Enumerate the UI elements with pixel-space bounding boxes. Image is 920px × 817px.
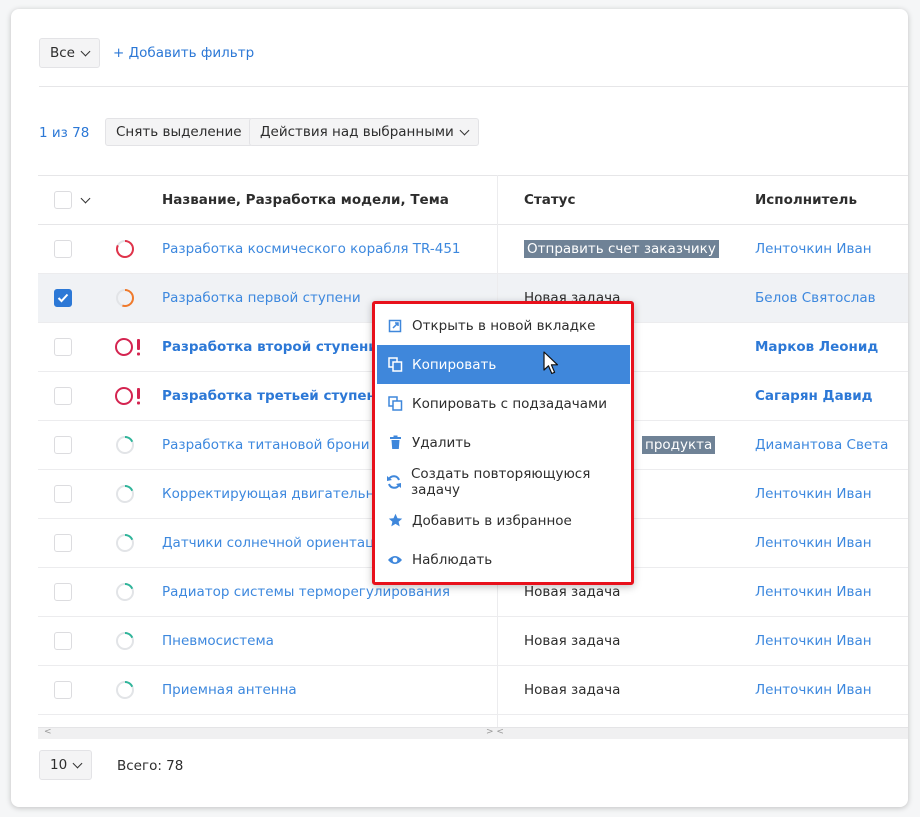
progress-red-ring-icon bbox=[114, 225, 136, 273]
filter-select[interactable]: Все bbox=[39, 38, 100, 68]
assignee-link[interactable]: Ленточкин Иван bbox=[755, 568, 872, 616]
task-name-link[interactable]: Разработка второй ступени bbox=[162, 323, 378, 371]
status-label: Новая задача bbox=[524, 584, 621, 600]
menu-item-label: Копировать bbox=[412, 356, 497, 373]
overdue-ring-icon bbox=[114, 372, 144, 420]
toolbar-divider bbox=[39, 86, 908, 87]
row-checkbox[interactable] bbox=[54, 372, 72, 420]
row-checkbox[interactable] bbox=[54, 274, 72, 322]
assignee-link[interactable]: Ленточкин Иван bbox=[755, 666, 872, 714]
status-label: Новая задача bbox=[524, 682, 621, 698]
mouse-cursor-icon bbox=[543, 351, 559, 375]
progress-green-ring-icon bbox=[114, 470, 136, 518]
task-status: Отправить счет заказчику bbox=[524, 225, 719, 273]
menu-item-star[interactable]: Добавить в избранное bbox=[377, 501, 630, 540]
menu-item-label: Наблюдать bbox=[412, 551, 493, 568]
row-checkbox[interactable] bbox=[54, 568, 72, 616]
assignee-link[interactable]: Белов Святослав bbox=[755, 274, 876, 322]
task-name-link[interactable]: Датчики солнечной ориентации bbox=[162, 519, 392, 567]
progress-green-ring-icon bbox=[114, 568, 136, 616]
row-checkbox[interactable] bbox=[54, 421, 72, 469]
menu-item-copy-with-subtasks[interactable]: Копировать с подзадачами bbox=[377, 384, 630, 423]
table-header: Название, Разработка модели, Тема Статус… bbox=[38, 175, 908, 225]
table-row[interactable]: Приемная антенна Новая задача Ленточкин Ив… bbox=[38, 666, 908, 715]
row-checkbox[interactable] bbox=[54, 225, 72, 273]
chevron-down-icon bbox=[459, 125, 470, 135]
row-checkbox[interactable] bbox=[54, 519, 72, 567]
add-filter-link[interactable]: + Добавить фильтр bbox=[113, 45, 254, 61]
task-name-link[interactable]: Разработка первой ступени bbox=[162, 274, 361, 322]
selection-count: 1 из 78 bbox=[39, 125, 90, 141]
bulk-actions-button[interactable]: Действия над выбранными bbox=[249, 118, 479, 146]
task-status: продукта bbox=[642, 421, 716, 469]
task-name-link[interactable]: Корректирующая двигательная у bbox=[162, 470, 403, 518]
bulk-actions-label: Действия над выбранными bbox=[260, 124, 454, 140]
assignee-link[interactable]: Ленточкин Иван bbox=[755, 470, 872, 518]
copy-with-subtasks-icon bbox=[386, 396, 404, 411]
row-checkbox[interactable] bbox=[54, 323, 72, 371]
external-link-icon bbox=[386, 319, 404, 333]
copy-icon bbox=[386, 357, 404, 372]
menu-item-repeat[interactable]: Создать повторяющуюся задачу bbox=[377, 462, 630, 501]
assignee-link[interactable]: Диамантова Света bbox=[755, 421, 888, 469]
task-status: Новая задача bbox=[524, 617, 620, 665]
status-label: Отправить счет заказчику bbox=[524, 240, 719, 258]
overdue-ring-icon bbox=[114, 323, 144, 371]
scroll-left-arrow[interactable]: < bbox=[44, 727, 52, 737]
menu-item-label: Копировать с подзадачами bbox=[412, 395, 608, 412]
assignee-link[interactable]: Ленточкин Иван bbox=[755, 519, 872, 567]
assignee-link[interactable]: Марков Леонид bbox=[755, 323, 878, 371]
select-options-chevron-icon[interactable] bbox=[80, 176, 91, 224]
task-name-link[interactable]: Разработка титановой брони РО bbox=[162, 421, 393, 469]
column-header-assignee[interactable]: Исполнитель bbox=[755, 176, 857, 224]
repeat-icon bbox=[386, 474, 403, 490]
chevron-down-icon bbox=[72, 758, 83, 768]
star-icon bbox=[386, 513, 404, 528]
page-size-select[interactable]: 10 bbox=[39, 750, 93, 780]
status-label: продукта bbox=[642, 436, 716, 454]
context-menu: Открыть в новой вкладке Копировать Копиров… bbox=[372, 301, 634, 585]
scroll-middle-arrows[interactable]: > < bbox=[486, 727, 504, 737]
status-label: Новая задача bbox=[524, 633, 621, 649]
menu-item-copy[interactable]: Копировать bbox=[377, 345, 630, 384]
total-count: Всего: 78 bbox=[117, 758, 184, 774]
trash-icon bbox=[386, 435, 404, 450]
eye-icon bbox=[386, 554, 404, 566]
menu-item-trash[interactable]: Удалить bbox=[377, 423, 630, 462]
task-name-link[interactable]: Пневмосистема bbox=[162, 617, 274, 665]
row-checkbox[interactable] bbox=[54, 666, 72, 714]
table-row[interactable]: Разработка космического корабля TR-451 От… bbox=[38, 225, 908, 274]
column-header-name[interactable]: Название, Разработка модели, Тема bbox=[162, 176, 449, 224]
deselect-button[interactable]: Снять выделение bbox=[105, 118, 253, 146]
filter-select-label: Все bbox=[50, 45, 75, 61]
progress-green-ring-icon bbox=[114, 519, 136, 567]
row-checkbox[interactable] bbox=[54, 617, 72, 665]
horizontal-scrollbar[interactable]: < > < bbox=[38, 727, 908, 739]
task-name-link[interactable]: Разработка третьей ступени bbox=[162, 372, 385, 420]
table-row[interactable]: Пневмосистема Новая задача Ленточкин Иван bbox=[38, 617, 908, 666]
menu-item-external-link[interactable]: Открыть в новой вкладке bbox=[377, 306, 630, 345]
progress-orange-ring-icon bbox=[114, 274, 136, 322]
select-all-checkbox[interactable] bbox=[54, 176, 72, 224]
task-name-link[interactable]: Разработка космического корабля TR-451 bbox=[162, 225, 461, 273]
chevron-down-icon bbox=[80, 46, 91, 56]
progress-green-ring-icon bbox=[114, 666, 136, 714]
progress-green-ring-icon bbox=[114, 421, 136, 469]
column-header-status[interactable]: Статус bbox=[524, 176, 575, 224]
menu-item-label: Создать повторяющуюся задачу bbox=[410, 465, 591, 498]
menu-item-eye[interactable]: Наблюдать bbox=[377, 540, 630, 579]
task-name-link[interactable]: Приемная антенна bbox=[162, 666, 297, 714]
menu-item-label: Добавить в избранное bbox=[412, 512, 572, 529]
assignee-link[interactable]: Ленточкин Иван bbox=[755, 225, 872, 273]
assignee-link[interactable]: Сагарян Давид bbox=[755, 372, 873, 420]
task-status: Новая задача bbox=[524, 666, 620, 714]
checkmark-icon bbox=[57, 293, 69, 303]
assignee-link[interactable]: Ленточкин Иван bbox=[755, 617, 872, 665]
menu-item-label: Открыть в новой вкладке bbox=[412, 317, 596, 334]
menu-item-label: Удалить bbox=[412, 434, 472, 451]
progress-green-ring-icon bbox=[114, 617, 136, 665]
page-size-value: 10 bbox=[50, 757, 68, 773]
row-checkbox[interactable] bbox=[54, 470, 72, 518]
